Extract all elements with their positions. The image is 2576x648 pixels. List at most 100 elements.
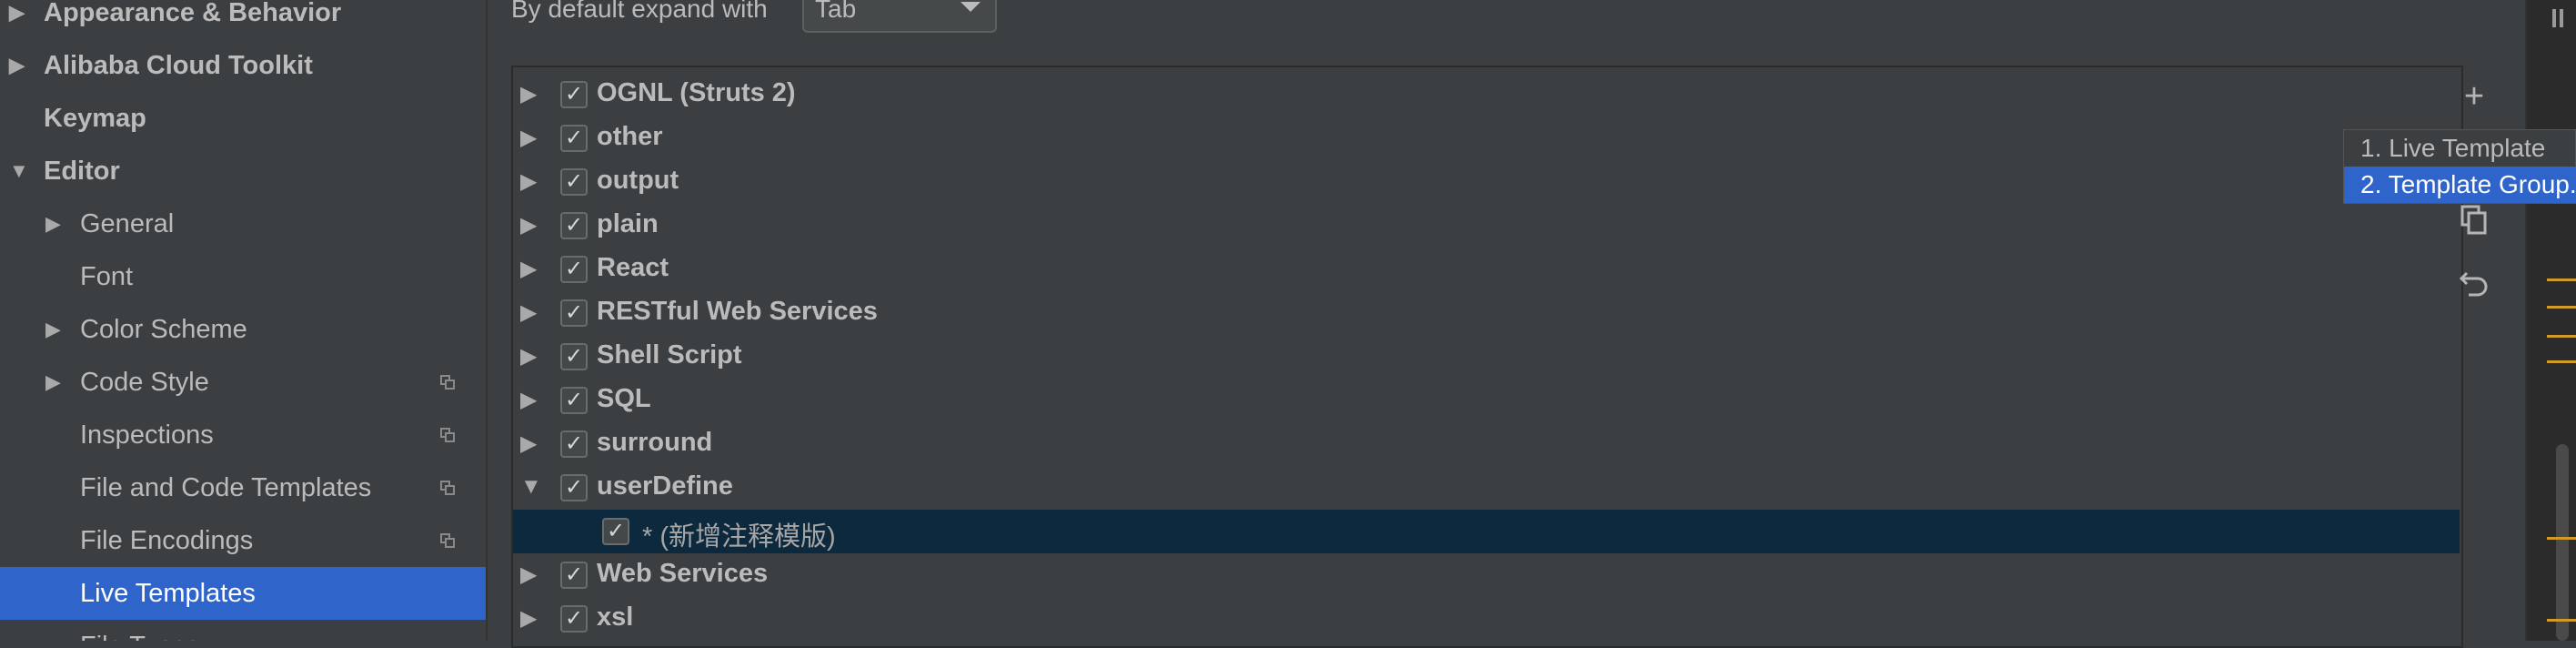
template-group-row[interactable]: ▶ ✓ React xyxy=(513,248,2460,291)
expand-right-icon[interactable]: ▶ xyxy=(520,387,537,413)
template-group-row[interactable]: ▶ ✓ OGNL (Struts 2) xyxy=(513,73,2460,116)
expand-right-icon[interactable]: ▶ xyxy=(520,168,537,195)
template-label: React xyxy=(597,253,669,282)
template-group-row[interactable]: ▶ ✓ plain xyxy=(513,204,2460,248)
expand-right-icon[interactable]: ▶ xyxy=(520,562,537,588)
expand-right-icon[interactable]: ▶ xyxy=(9,54,25,77)
sidebar-item[interactable]: File Encodings xyxy=(0,514,486,567)
sidebar-item-label: File Types xyxy=(80,632,200,642)
sidebar-item-label: Keymap xyxy=(44,103,146,133)
expand-down-icon[interactable]: ▼ xyxy=(520,474,542,500)
checkbox[interactable]: ✓ xyxy=(560,605,588,633)
template-label: Shell Script xyxy=(597,340,742,370)
template-label: Web Services xyxy=(597,559,769,588)
sidebar-item-label: Code Style xyxy=(80,367,209,397)
sidebar-item-label: Inspections xyxy=(80,420,214,450)
popup-menu-item-label: 1. Live Template xyxy=(2360,134,2546,162)
sidebar-item[interactable]: Live Templates xyxy=(0,567,486,620)
sidebar-item-label: File Encodings xyxy=(80,525,254,555)
template-group-row[interactable]: ▶ ✓ RESTful Web Services xyxy=(513,291,2460,335)
sidebar-item-label: File and Code Templates xyxy=(80,472,372,502)
expand-down-icon[interactable]: ▼ xyxy=(9,159,29,183)
template-row[interactable]: ✓ * (新增注释模版) xyxy=(513,510,2460,553)
sidebar-item[interactable]: ▶ Color Scheme xyxy=(0,303,486,356)
sidebar-item[interactable]: ▶ General xyxy=(0,197,486,250)
popup-menu-item[interactable]: 1. Live Template xyxy=(2344,130,2576,167)
template-group-row[interactable]: ▶ ✓ surround xyxy=(513,422,2460,466)
checkbox[interactable]: ✓ xyxy=(560,256,588,283)
scrollbar[interactable] xyxy=(2556,444,2569,641)
expand-right-icon[interactable]: ▶ xyxy=(45,212,61,236)
copy-icon xyxy=(2460,205,2487,235)
popup-menu-item[interactable]: 2. Template Group... xyxy=(2344,167,2576,203)
expand-right-icon[interactable]: ▶ xyxy=(9,1,25,25)
copy-template-button[interactable] xyxy=(2456,202,2492,238)
sidebar-item[interactable]: ▶ Code Style xyxy=(0,356,486,409)
template-label: OGNL (Struts 2) xyxy=(597,78,796,107)
expand-right-icon[interactable]: ▶ xyxy=(520,430,537,457)
template-group-row[interactable]: ▶ ✓ SQL xyxy=(513,379,2460,422)
expand-right-icon[interactable]: ▶ xyxy=(45,370,61,394)
checkbox[interactable]: ✓ xyxy=(560,430,588,458)
pause-icon[interactable] xyxy=(2552,9,2565,27)
expand-right-icon[interactable]: ▶ xyxy=(520,125,537,151)
templates-tree: ▶ ✓ OGNL (Struts 2) ▶ ✓ other ▶ ✓ output ▶ ✓ plain ▶… xyxy=(511,66,2463,648)
checkbox[interactable]: ✓ xyxy=(560,474,588,501)
checkbox[interactable]: ✓ xyxy=(560,212,588,239)
template-group-row[interactable]: ▶ ✓ Web Services xyxy=(513,553,2460,597)
restore-button[interactable] xyxy=(2456,264,2492,300)
template-group-row[interactable]: ▶ ✓ xsl xyxy=(513,597,2460,641)
checkbox[interactable]: ✓ xyxy=(560,343,588,370)
live-templates-panel: By default expand with Tab ▶ ✓ OGNL (Strut… xyxy=(488,0,2525,648)
sidebar-item[interactable]: File Types xyxy=(0,620,486,642)
template-label: RESTful Web Services xyxy=(597,297,878,326)
sidebar-item-label: Live Templates xyxy=(80,578,256,608)
error-marker[interactable] xyxy=(2547,619,2576,622)
error-marker[interactable] xyxy=(2547,306,2576,309)
chevron-down-icon xyxy=(961,2,981,12)
popup-menu-item-label: 2. Template Group... xyxy=(2360,170,2576,198)
template-group-row[interactable]: ▶ ✓ other xyxy=(513,116,2460,160)
expand-right-icon[interactable]: ▶ xyxy=(520,81,537,107)
template-group-row[interactable]: ▶ ✓ Shell Script xyxy=(513,335,2460,379)
sidebar-item[interactable]: Keymap xyxy=(0,92,486,145)
checkbox[interactable]: ✓ xyxy=(560,125,588,152)
project-scope-icon xyxy=(440,375,455,390)
sidebar-item[interactable]: Font xyxy=(0,250,486,303)
project-scope-icon xyxy=(440,428,455,442)
expand-with-value: Tab xyxy=(815,0,857,23)
expand-right-icon[interactable]: ▶ xyxy=(520,605,537,632)
expand-right-icon[interactable]: ▶ xyxy=(520,343,537,370)
expand-right-icon[interactable]: ▶ xyxy=(520,299,537,326)
template-group-row[interactable]: ▼ ✓ userDefine xyxy=(513,466,2460,510)
sidebar-item[interactable]: ▼ Editor xyxy=(0,145,486,197)
plus-icon[interactable]: + xyxy=(2456,78,2492,115)
error-marker[interactable] xyxy=(2547,335,2576,338)
project-scope-icon xyxy=(440,481,455,495)
sidebar-item-label: Alibaba Cloud Toolkit xyxy=(44,50,313,80)
checkbox[interactable]: ✓ xyxy=(560,168,588,196)
expand-right-icon[interactable]: ▶ xyxy=(520,212,537,238)
expand-right-icon[interactable]: ▶ xyxy=(45,318,61,341)
error-marker[interactable] xyxy=(2547,360,2576,363)
sidebar-item[interactable]: ▶ Appearance & Behavior xyxy=(0,0,486,39)
undo-icon xyxy=(2459,271,2488,297)
expand-with-dropdown[interactable]: Tab xyxy=(802,0,997,33)
sidebar-item[interactable]: ▶ Alibaba Cloud Toolkit xyxy=(0,39,486,92)
checkbox[interactable]: ✓ xyxy=(560,299,588,327)
checkbox[interactable]: ✓ xyxy=(560,562,588,589)
checkbox[interactable]: ✓ xyxy=(602,518,629,545)
sidebar-item[interactable]: Inspections xyxy=(0,409,486,461)
sidebar-item-label: Color Scheme xyxy=(80,314,247,344)
expand-right-icon[interactable]: ▶ xyxy=(520,256,537,282)
sidebar-item[interactable]: File and Code Templates xyxy=(0,461,486,514)
error-marker[interactable] xyxy=(2547,537,2576,540)
template-label: userDefine xyxy=(597,471,733,501)
template-label: surround xyxy=(597,428,713,457)
checkbox[interactable]: ✓ xyxy=(560,387,588,414)
sidebar-item-label: General xyxy=(80,208,175,238)
project-scope-icon xyxy=(440,533,455,548)
error-marker[interactable] xyxy=(2547,278,2576,281)
template-group-row[interactable]: ▶ ✓ output xyxy=(513,160,2460,204)
checkbox[interactable]: ✓ xyxy=(560,81,588,108)
